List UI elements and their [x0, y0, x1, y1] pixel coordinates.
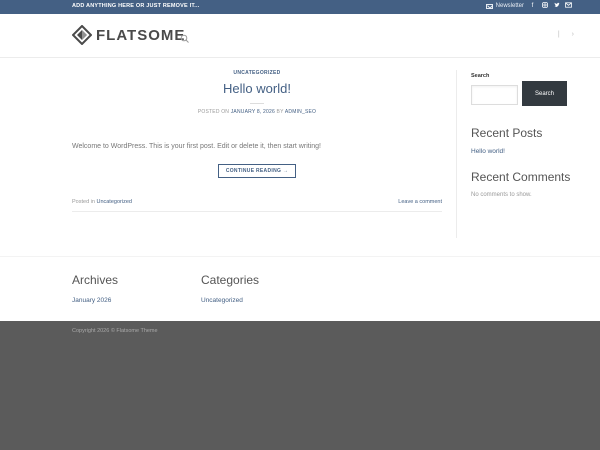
post-author-link[interactable]: ADMIN_SEO — [285, 109, 316, 115]
footer-widgets: Archives January 2026 Categories Uncateg… — [0, 256, 600, 321]
meta-by: BY — [276, 109, 284, 115]
sidebar: Search Search Recent Posts Hello world! … — [471, 73, 576, 198]
meta-prefix: POSTED ON — [197, 109, 230, 115]
copyright-text: Copyright 2026 © Flatsome Theme — [72, 328, 158, 334]
twitter-icon[interactable] — [553, 2, 560, 10]
facebook-icon[interactable]: f — [529, 3, 536, 9]
logo-text: FLATSOME — [96, 26, 186, 44]
site-logo[interactable]: FLATSOME — [71, 24, 186, 46]
sidebar-divider — [456, 70, 457, 238]
email-icon[interactable] — [565, 2, 572, 10]
posted-in-category-link[interactable]: Uncategorized — [96, 199, 131, 205]
posted-in: Posted in Uncategorized — [72, 199, 132, 205]
header-search-icon[interactable] — [180, 31, 190, 43]
post-meta: POSTED ON JANUARY 8, 2026 BY ADMIN_SEO — [72, 109, 442, 115]
site-footer: Copyright 2026 © Flatsome Theme — [0, 321, 600, 450]
top-bar: ADD ANYTHING HERE OR JUST REMOVE IT... N… — [0, 0, 600, 14]
search-widget-label: Search — [471, 73, 490, 79]
recent-comments-heading: Recent Comments — [471, 170, 571, 184]
post-article: UNCATEGORIZED Hello world! POSTED ON JAN… — [72, 70, 442, 212]
search-widget: Search — [471, 81, 576, 106]
post-title[interactable]: Hello world! — [72, 81, 442, 96]
recent-post-link[interactable]: Hello world! — [471, 148, 576, 155]
header-menu-icon[interactable]: › — [572, 31, 574, 38]
post-footer: Posted in Uncategorized Leave a comment — [72, 199, 442, 212]
posted-in-label: Posted in — [72, 199, 95, 205]
instagram-icon[interactable] — [541, 2, 548, 10]
logo-icon — [71, 24, 93, 46]
post-date-link[interactable]: JANUARY 8, 2026 — [231, 109, 275, 115]
site-header: FLATSOME | › — [0, 14, 600, 58]
archives-widget: Archives January 2026 — [72, 273, 118, 304]
archives-link[interactable]: January 2026 — [72, 297, 118, 304]
archives-heading: Archives — [72, 273, 119, 287]
categories-heading: Categories — [201, 273, 260, 287]
continue-reading-button[interactable]: CONTINUE READING → — [217, 164, 297, 178]
newsletter-label: Newsletter — [495, 3, 524, 9]
header-divider-icon: | — [557, 31, 560, 38]
post-category[interactable]: UNCATEGORIZED — [72, 70, 442, 76]
newsletter-link[interactable]: Newsletter — [485, 3, 524, 9]
recent-posts-heading: Recent Posts — [471, 126, 543, 140]
mail-icon — [485, 3, 493, 9]
header-right-icons: | › — [558, 31, 574, 38]
top-bar-right: Newsletter f — [485, 2, 572, 10]
leave-comment-link[interactable]: Leave a comment — [398, 199, 442, 205]
search-button[interactable]: Search — [522, 81, 567, 106]
recent-comments-empty: No comments to show. — [471, 192, 532, 198]
top-bar-announcement: ADD ANYTHING HERE OR JUST REMOVE IT... — [72, 3, 200, 9]
categories-widget: Categories Uncategorized — [201, 273, 259, 304]
title-divider — [250, 103, 264, 104]
post-excerpt: Welcome to WordPress. This is your first… — [72, 143, 321, 150]
categories-link[interactable]: Uncategorized — [201, 297, 259, 304]
search-input[interactable] — [471, 85, 518, 105]
